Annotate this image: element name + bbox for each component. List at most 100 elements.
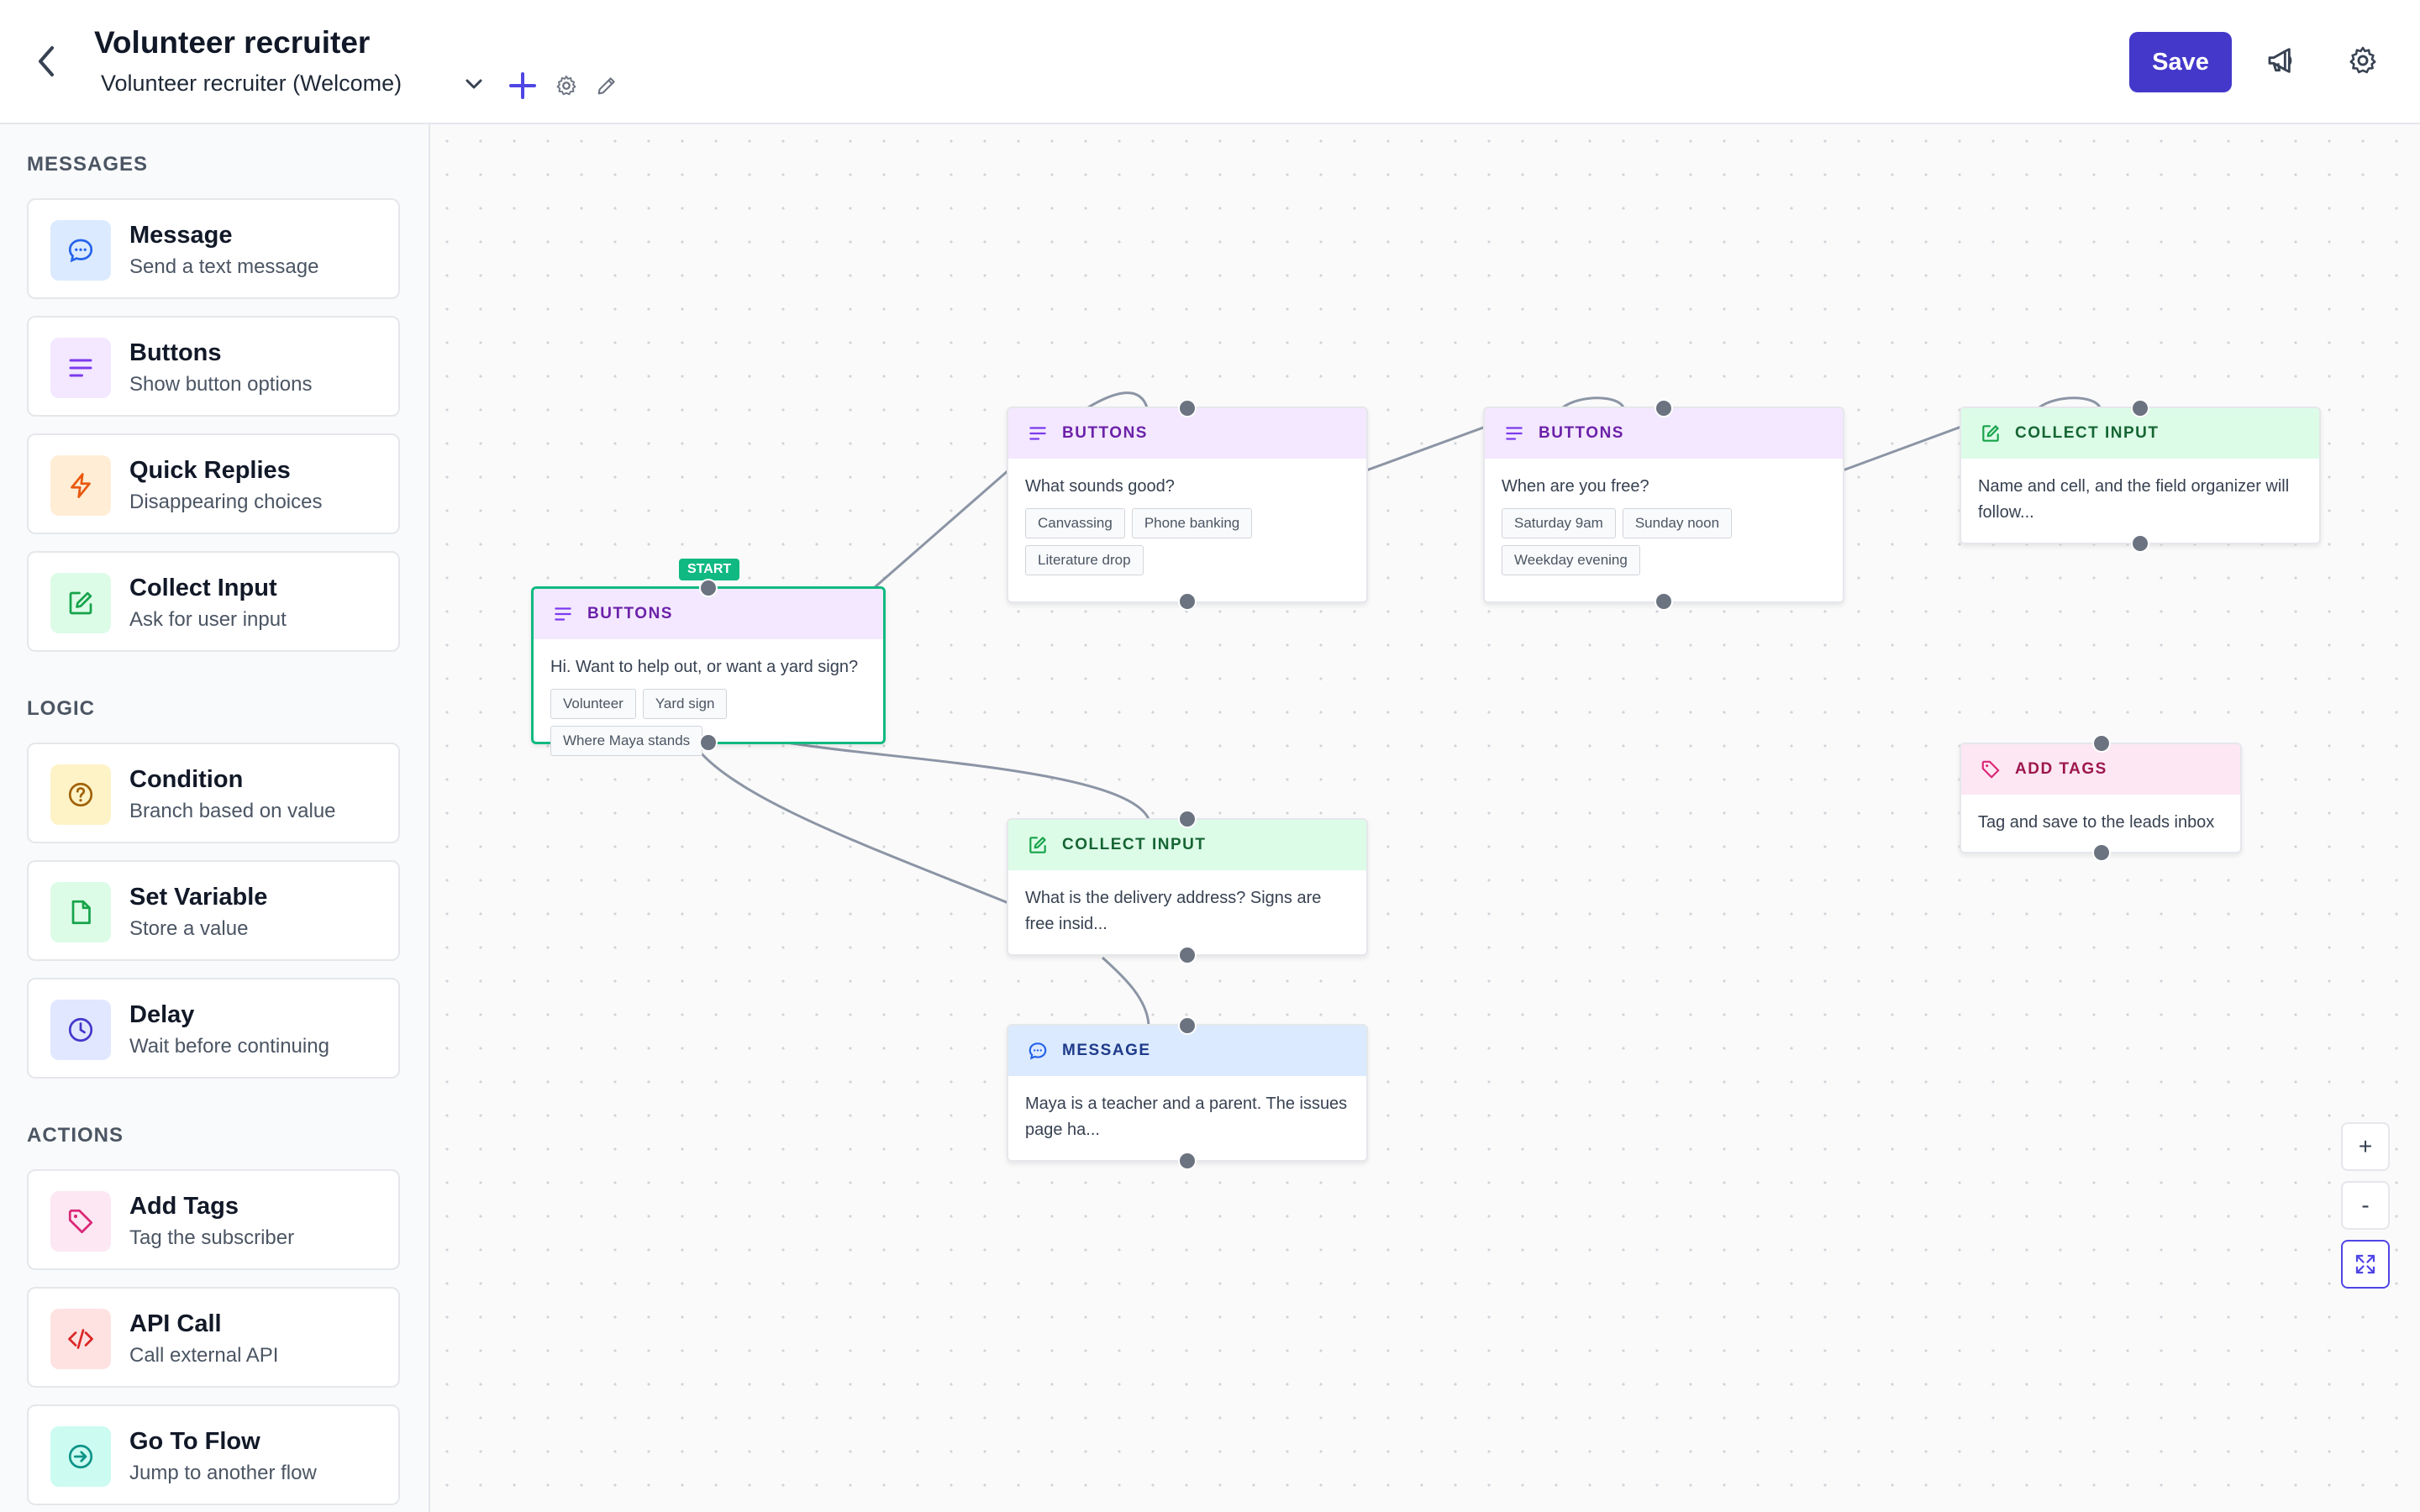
fit-view-button[interactable] <box>2341 1240 2390 1289</box>
node-buttons-what-sounds-good[interactable]: BUTTONS What sounds good? Canvassing Pho… <box>1007 407 1368 603</box>
start-badge: START <box>679 559 740 580</box>
button-chip[interactable]: Canvassing <box>1025 508 1125 538</box>
section-title-messages: MESSAGES <box>27 153 149 176</box>
menu-lines-icon <box>50 338 111 398</box>
node-text: Hi. Want to help out, or want a yard sig… <box>550 658 859 676</box>
node-output-handle[interactable] <box>699 733 718 752</box>
node-input-handle[interactable] <box>1655 399 1673 417</box>
chevron-down-icon <box>466 79 482 89</box>
node-input-handle[interactable] <box>699 579 718 597</box>
chat-bubble-icon <box>1028 1042 1047 1060</box>
edit-icon <box>50 573 111 633</box>
button-chip[interactable]: Weekday evening <box>1502 545 1640 575</box>
palette-item-label: Collect Input <box>129 575 277 601</box>
palette-item-label: Buttons <box>129 339 222 366</box>
megaphone-icon <box>2268 48 2292 73</box>
node-output-handle[interactable] <box>2131 534 2149 553</box>
question-circle-icon <box>50 764 111 825</box>
button-chip[interactable]: Volunteer <box>550 689 636 719</box>
node-text: Maya is a teacher and a parent. The issu… <box>1025 1095 1348 1139</box>
palette-item-desc: Show button options <box>129 373 313 396</box>
palette-item-label: Delay <box>129 1001 195 1028</box>
node-output-handle[interactable] <box>1655 592 1673 611</box>
button-chip[interactable]: Yard sign <box>642 689 728 719</box>
node-output-handle[interactable] <box>1178 946 1197 964</box>
palette-item-desc: Tag the subscriber <box>129 1226 295 1249</box>
rename-flow-button[interactable] <box>590 69 623 102</box>
settings-button[interactable] <box>2346 44 2380 77</box>
menu-lines-icon <box>1506 427 1523 440</box>
node-text: Tag and save to the leads inbox <box>1978 813 2215 832</box>
node-type-label: ADD TAGS <box>2015 760 2107 778</box>
palette-item-condition[interactable]: Condition Branch based on value <box>27 743 400 843</box>
chevron-left-icon <box>39 46 54 76</box>
node-text: What is the delivery address? Signs are … <box>1025 889 1322 933</box>
button-chip[interactable]: Saturday 9am <box>1502 508 1616 538</box>
node-input-handle[interactable] <box>1178 1016 1197 1035</box>
palette-item-desc: Store a value <box>129 917 249 940</box>
pencil-icon <box>597 77 615 95</box>
button-chip[interactable]: Phone banking <box>1131 508 1253 538</box>
node-text: Name and cell, and the field organizer w… <box>1978 477 2290 522</box>
palette-item-label: Quick Replies <box>129 457 291 484</box>
node-collect-input-name[interactable]: COLLECT INPUT Name and cell, and the fie… <box>1960 407 2321 544</box>
palette-item-quick-replies[interactable]: Quick Replies Disappearing choices <box>27 433 400 534</box>
node-collect-input-address[interactable]: COLLECT INPUT What is the delivery addre… <box>1007 818 1368 956</box>
tag-icon <box>50 1191 111 1252</box>
button-chip[interactable]: Sunday noon <box>1622 508 1733 538</box>
palette-item-desc: Wait before continuing <box>129 1035 329 1058</box>
button-chip[interactable]: Literature drop <box>1025 545 1144 575</box>
palette-item-add-tags[interactable]: Add Tags Tag the subscriber <box>27 1169 400 1270</box>
palette-item-collect-input[interactable]: Collect Input Ask for user input <box>27 551 400 652</box>
node-type-label: COLLECT INPUT <box>1062 836 1207 853</box>
node-text: What sounds good? <box>1025 477 1175 496</box>
node-message[interactable]: MESSAGE Maya is a teacher and a parent. … <box>1007 1024 1368 1162</box>
palette-item-label: Condition <box>129 766 244 793</box>
node-input-handle[interactable] <box>1178 399 1197 417</box>
plus-icon <box>509 72 536 99</box>
node-output-handle[interactable] <box>2092 843 2111 862</box>
clock-icon <box>50 1000 111 1060</box>
palette-item-api-call[interactable]: API Call Call external API <box>27 1287 400 1388</box>
gear-icon <box>556 75 576 96</box>
palette-item-label: Message <box>129 222 233 249</box>
section-title-actions: ACTIONS <box>27 1124 124 1147</box>
flow-settings-button[interactable] <box>550 69 583 102</box>
palette-item-desc: Branch based on value <box>129 800 336 822</box>
palette-item-message[interactable]: Message Send a text message <box>27 198 400 299</box>
palette-item-desc: Jump to another flow <box>129 1462 317 1484</box>
save-button[interactable]: Save <box>2129 32 2232 92</box>
lightning-icon <box>50 455 111 516</box>
node-add-tags[interactable]: ADD TAGS Tag and save to the leads inbox <box>1960 743 2242 853</box>
palette-item-set-variable[interactable]: Set Variable Store a value <box>27 860 400 961</box>
arrow-circle-icon <box>50 1426 111 1487</box>
zoom-out-button[interactable]: - <box>2341 1181 2390 1230</box>
node-buttons-start[interactable]: BUTTONS Hi. Want to help out, or want a … <box>531 586 886 756</box>
zoom-in-button[interactable]: + <box>2341 1122 2390 1171</box>
node-input-handle[interactable] <box>2131 399 2149 417</box>
menu-lines-icon <box>1029 427 1046 440</box>
flow-selected-label: Volunteer recruiter (Welcome) <box>101 71 402 96</box>
node-buttons-when-free[interactable]: BUTTONS When are you free? Saturday 9am … <box>1483 407 1844 603</box>
node-output-handle[interactable] <box>1178 592 1197 611</box>
add-flow-button[interactable] <box>506 69 539 102</box>
button-chip[interactable]: Where Maya stands <box>550 726 703 756</box>
chat-bubble-icon <box>50 220 111 281</box>
palette-item-desc: Call external API <box>129 1344 279 1367</box>
code-icon <box>50 1309 111 1369</box>
palette-item-desc: Send a text message <box>129 255 319 278</box>
palette-item-go-to-flow[interactable]: Go To Flow Jump to another flow <box>27 1404 400 1505</box>
expand-icon <box>2355 1254 2375 1274</box>
palette-item-delay[interactable]: Delay Wait before continuing <box>27 978 400 1079</box>
broadcast-button[interactable] <box>2265 44 2299 77</box>
node-type-label: COLLECT INPUT <box>2015 424 2160 442</box>
back-button[interactable] <box>25 40 67 82</box>
palette-item-desc: Ask for user input <box>129 608 287 631</box>
node-output-handle[interactable] <box>1178 1152 1197 1170</box>
node-input-handle[interactable] <box>1178 810 1197 828</box>
node-text: When are you free? <box>1502 477 1649 496</box>
flow-selector[interactable]: Volunteer recruiter (Welcome) <box>101 71 482 97</box>
palette-item-buttons[interactable]: Buttons Show button options <box>27 316 400 417</box>
node-input-handle[interactable] <box>2092 734 2111 753</box>
palette-item-label: Go To Flow <box>129 1428 260 1455</box>
